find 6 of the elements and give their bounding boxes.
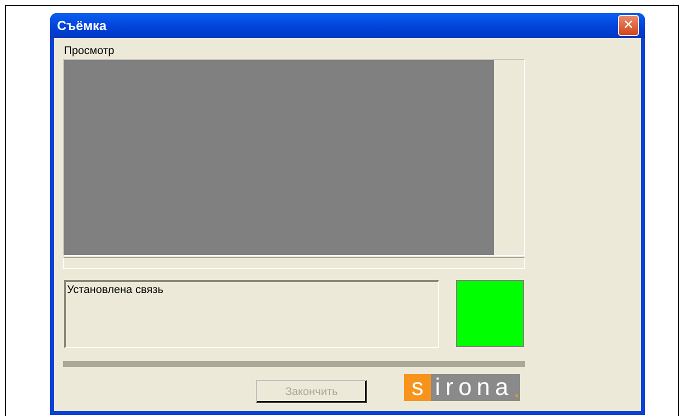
status-text: Установлена связь xyxy=(64,280,439,348)
preview-label: Просмотр xyxy=(64,45,116,59)
close-button[interactable]: ✕ xyxy=(618,15,639,36)
logo: s irona. xyxy=(404,374,520,401)
horizontal-scrollbar[interactable] xyxy=(63,257,525,269)
window-title: Съёмка xyxy=(57,18,106,33)
